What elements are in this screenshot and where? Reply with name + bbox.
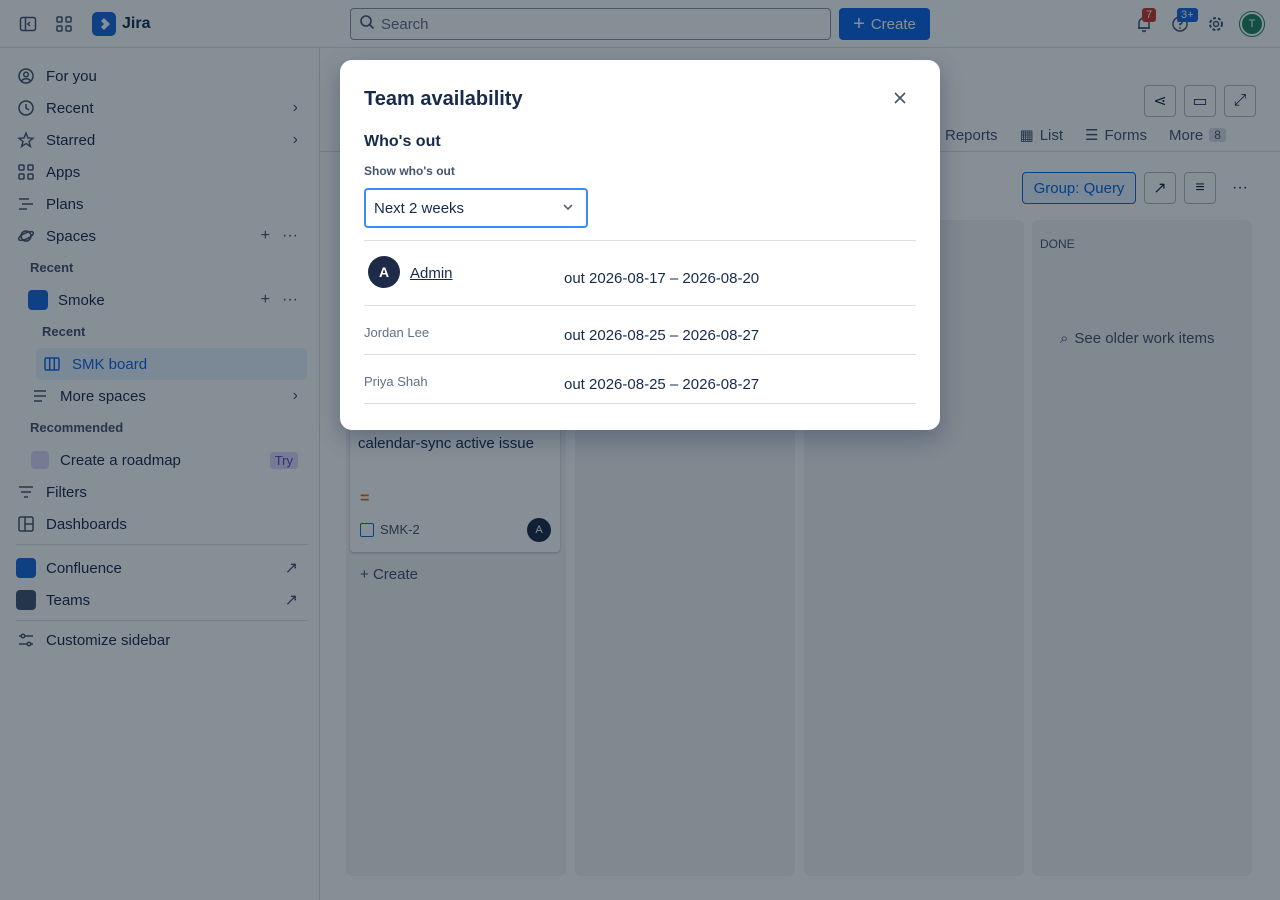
close-button[interactable]	[888, 88, 912, 112]
avatar: A	[368, 256, 400, 288]
user-link-admin[interactable]: Admin	[410, 265, 453, 282]
filter-label: Show who's out	[364, 164, 455, 178]
out-dates: out 2026-08-17 – 2026-08-20	[564, 270, 760, 287]
out-dates: out 2026-08-25 – 2026-08-27	[564, 327, 760, 344]
whos-out-range-select[interactable]: Next 2 weeks	[364, 188, 588, 228]
row-divider	[364, 403, 916, 404]
dialog-subtitle: Who's out	[364, 133, 441, 150]
chevron-down-icon	[562, 200, 574, 217]
dialog-title: Team availability	[364, 88, 523, 110]
row-divider	[364, 354, 916, 355]
select-value: Next 2 weeks	[374, 199, 465, 217]
row-divider	[364, 305, 916, 306]
out-dates: out 2026-08-25 – 2026-08-27	[564, 376, 760, 393]
team-availability-dialog: Team availability Who's out Show who's o…	[340, 60, 940, 430]
team-member-name: Jordan Lee	[364, 325, 430, 340]
close-icon	[892, 90, 908, 111]
row-divider	[364, 240, 916, 241]
team-member-name: Priya Shah	[364, 374, 428, 389]
